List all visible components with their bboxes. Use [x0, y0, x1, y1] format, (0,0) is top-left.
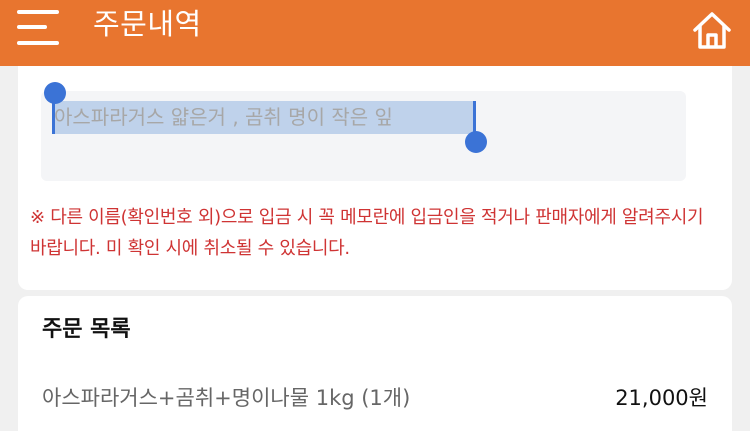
selection-end-handle[interactable] — [465, 131, 487, 153]
home-icon[interactable] — [690, 8, 734, 52]
selection-start-handle[interactable] — [44, 82, 66, 104]
order-item-name: 아스파라거스+곰취+명이나물 1kg (1개) — [42, 386, 411, 410]
page-title: 주문내역 — [93, 7, 202, 41]
hamburger-menu-icon[interactable] — [17, 10, 59, 46]
memo-text: 아스파라거스 얇은거 , 곰취 명이 작은 잎 — [54, 105, 393, 129]
app-header: 주문내역 — [0, 0, 750, 66]
memo-card: 아스파라거스 얇은거 , 곰취 명이 작은 잎 ※ 다른 이름(확인번호 외)으… — [18, 66, 732, 290]
memo-textarea[interactable]: 아스파라거스 얇은거 , 곰취 명이 작은 잎 — [41, 91, 686, 181]
order-list-card: 주문 목록 아스파라거스+곰취+명이나물 1kg (1개) 21,000원 — [18, 296, 732, 431]
deposit-notice: ※ 다른 이름(확인번호 외)으로 입금 시 꼭 메모란에 입금인을 적거나 판… — [30, 207, 704, 259]
selection-end-caret — [473, 101, 476, 134]
order-list-title: 주문 목록 — [42, 317, 131, 342]
selection-start-caret — [52, 101, 55, 134]
order-item-price: 21,000원 — [615, 386, 708, 410]
